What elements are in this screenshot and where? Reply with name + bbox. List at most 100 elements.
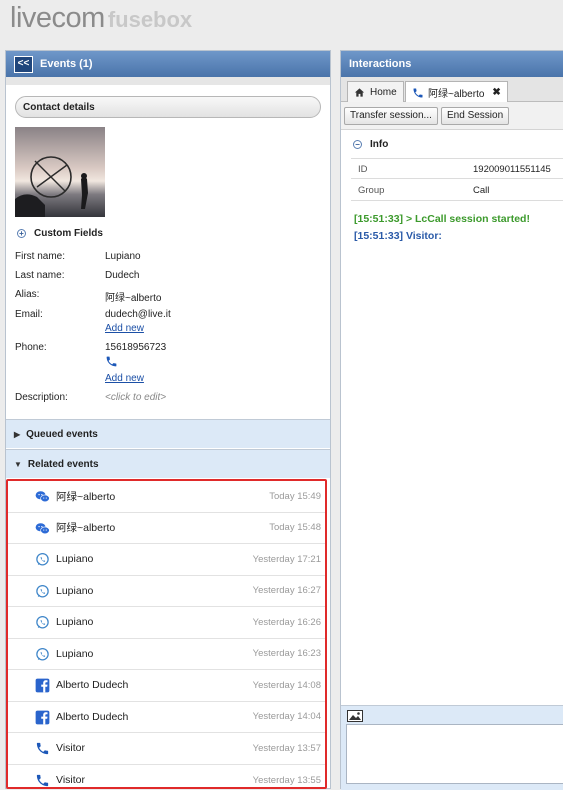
info-group-key: Group <box>358 185 385 196</box>
related-event-time: Yesterday 16:26 <box>252 616 321 628</box>
log-line-session-started: [15:51:33] > LcCall session started! <box>354 213 530 225</box>
related-event-time: Yesterday 13:55 <box>252 774 321 786</box>
related-event-name: Alberto Dudech <box>56 710 129 723</box>
image-upload-icon[interactable] <box>347 710 363 725</box>
app-logo: livecom fusebox <box>10 2 192 40</box>
queued-events-section[interactable]: ▶ Queued events <box>6 419 330 448</box>
related-event-name: Alberto Dudech <box>56 679 129 692</box>
whatsapp-icon <box>35 647 50 662</box>
custom-fields-label: Custom Fields <box>34 228 103 239</box>
phone-add-new-link[interactable]: Add new <box>105 373 144 384</box>
tab-home[interactable]: Home <box>347 81 404 102</box>
session-toolbar: Transfer session... End Session <box>341 102 563 130</box>
close-tab-icon[interactable]: ✖ <box>492 87 500 98</box>
description-value[interactable]: <click to edit> <box>105 392 166 403</box>
caret-right-icon: ▶ <box>14 429 21 439</box>
related-event-name: Lupiano <box>56 616 94 629</box>
related-event-row[interactable]: Visitor Yesterday 13:57 <box>8 733 325 765</box>
related-events-section[interactable]: ▼ Related events <box>6 449 330 478</box>
related-event-time: Yesterday 13:57 <box>252 742 321 754</box>
whatsapp-icon <box>35 615 50 630</box>
tab-session[interactable]: 阿绿~alberto ✖ <box>405 81 508 103</box>
info-id-value: 192009011551145 <box>473 164 551 175</box>
whatsapp-icon <box>35 584 50 599</box>
whatsapp-icon <box>35 552 50 567</box>
related-event-name: Lupiano <box>56 584 94 597</box>
facebook-icon <box>35 710 50 725</box>
related-event-row[interactable]: Lupiano Yesterday 16:27 <box>8 576 325 607</box>
collapse-minus-icon: − <box>353 140 362 149</box>
avatar-photo-icon <box>15 127 105 217</box>
info-id-key: ID <box>358 164 368 175</box>
interactions-panel: Interactions Home 阿绿~alberto ✖ Transfer … <box>340 50 563 790</box>
logo-fusebox: fusebox <box>107 7 193 32</box>
phone-label: Phone: <box>15 342 47 353</box>
related-event-time: Yesterday 16:23 <box>252 648 321 660</box>
phone-value[interactable]: 15618956723 <box>105 342 166 353</box>
info-row-id: ID 192009011551145 <box>351 158 563 179</box>
home-icon <box>354 87 365 97</box>
tab-bar: Home 阿绿~alberto ✖ <box>341 77 563 103</box>
related-event-time: Today 15:49 <box>269 490 321 502</box>
caret-down-icon: ▼ <box>14 459 22 469</box>
contact-details-header[interactable]: Contact details <box>15 96 321 118</box>
related-event-time: Yesterday 17:21 <box>252 553 321 565</box>
alias-label: Alias: <box>15 289 40 300</box>
first-name-label: First name: <box>15 251 66 262</box>
related-event-row[interactable]: 阿绿~alberto Today 15:48 <box>8 513 325 544</box>
related-event-name: Lupiano <box>56 553 94 566</box>
phone-call-icon[interactable] <box>105 355 118 371</box>
description-label: Description: <box>15 392 68 403</box>
logo-livecom: livecom <box>10 2 105 34</box>
last-name-label: Last name: <box>15 270 65 281</box>
related-event-row[interactable]: 阿绿~alberto Today 15:49 <box>8 481 325 513</box>
related-event-row[interactable]: Lupiano Yesterday 16:23 <box>8 639 325 670</box>
wechat-icon <box>35 489 50 504</box>
related-event-row[interactable]: Alberto Dudech Yesterday 14:08 <box>8 670 325 702</box>
related-events-label: Related events <box>27 458 99 470</box>
related-event-time: Yesterday 14:04 <box>252 711 321 723</box>
collapse-button[interactable]: << <box>14 55 33 73</box>
avatar <box>15 127 105 217</box>
email-label: Email: <box>15 309 43 320</box>
compose-area <box>341 705 563 790</box>
phone-icon <box>35 741 50 756</box>
info-row-group: Group Call <box>351 180 563 201</box>
transfer-session-button[interactable]: Transfer session... <box>344 107 438 125</box>
expand-plus-icon: + <box>17 229 26 238</box>
phone-icon <box>413 88 423 97</box>
queued-events-label: Queued events <box>26 428 98 440</box>
custom-fields-toggle[interactable]: + Custom Fields <box>17 228 103 239</box>
alias-value[interactable]: 阿绿~alberto <box>105 289 161 304</box>
interactions-header: Interactions <box>341 51 563 77</box>
message-input[interactable] <box>346 724 563 784</box>
related-event-name: 阿绿~alberto <box>56 522 116 535</box>
related-event-time: Yesterday 14:08 <box>252 679 321 691</box>
last-name-value[interactable]: Dudech <box>105 270 139 281</box>
end-session-button[interactable]: End Session <box>441 107 510 125</box>
events-panel-header: << Events (1) <box>6 51 330 77</box>
related-event-row[interactable]: Alberto Dudech Yesterday 14:04 <box>8 702 325 733</box>
related-event-row[interactable]: Lupiano Yesterday 17:21 <box>8 544 325 576</box>
related-event-name: Visitor <box>56 742 85 755</box>
interactions-title: Interactions <box>349 58 412 70</box>
header-gap <box>6 77 330 85</box>
related-event-row[interactable]: Visitor Yesterday 13:55 <box>8 765 325 788</box>
related-event-time: Today 15:48 <box>269 522 321 534</box>
related-events-list: 阿绿~alberto Today 15:49 阿绿~alberto Today 15:… <box>6 479 327 789</box>
wechat-icon <box>35 521 50 536</box>
info-group-value: Call <box>473 185 490 196</box>
facebook-icon <box>35 678 50 693</box>
first-name-value[interactable]: Lupiano <box>105 251 141 262</box>
tab-session-label: 阿绿~alberto <box>428 89 485 100</box>
info-label: Info <box>370 139 389 150</box>
log-line-visitor: [15:51:33] Visitor: <box>354 230 442 242</box>
email-add-new-link[interactable]: Add new <box>105 323 144 334</box>
related-event-name: Lupiano <box>56 647 94 660</box>
tab-home-label: Home <box>370 86 397 98</box>
info-section-toggle[interactable]: − Info <box>353 139 388 150</box>
email-value[interactable]: dudech@live.it <box>105 309 171 320</box>
phone-icon <box>35 773 50 788</box>
related-event-row[interactable]: Lupiano Yesterday 16:26 <box>8 607 325 639</box>
related-event-name: 阿绿~alberto <box>56 490 116 503</box>
